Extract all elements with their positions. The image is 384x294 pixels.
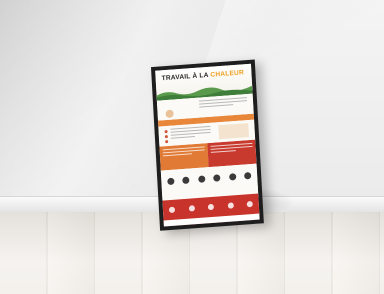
prevention-icons bbox=[160, 163, 259, 199]
poster-title-main: TRAVAIL À LA bbox=[161, 71, 209, 83]
info-box bbox=[218, 123, 250, 140]
bullet-dot bbox=[164, 135, 168, 139]
bottom-red-band bbox=[162, 193, 260, 227]
list-text-lines bbox=[170, 125, 211, 141]
worker-figure bbox=[165, 109, 174, 119]
action-icon bbox=[246, 200, 253, 208]
prevention-icon bbox=[243, 172, 252, 180]
intro-text-lines bbox=[198, 97, 248, 110]
bullet-dot bbox=[164, 130, 168, 134]
action-icon bbox=[207, 203, 215, 211]
prevention-icon bbox=[167, 177, 175, 186]
warning-left bbox=[159, 143, 209, 171]
warning-right bbox=[207, 139, 257, 168]
photo-scene: TRAVAIL À LA CHALEUR bbox=[0, 0, 384, 294]
poster: TRAVAIL À LA CHALEUR bbox=[155, 63, 260, 227]
prevention-icon bbox=[213, 174, 221, 182]
action-icon bbox=[168, 206, 176, 214]
bullet-dot bbox=[165, 139, 169, 144]
action-icon bbox=[227, 202, 234, 209]
poster-title: TRAVAIL À LA CHALEUR bbox=[161, 69, 244, 82]
poster-frame: TRAVAIL À LA CHALEUR bbox=[150, 59, 264, 231]
action-icon bbox=[188, 205, 195, 212]
prevention-icon bbox=[197, 175, 206, 183]
poster-title-accent: CHALEUR bbox=[210, 69, 245, 79]
prevention-icon bbox=[228, 173, 236, 181]
prevention-icon bbox=[182, 176, 190, 185]
